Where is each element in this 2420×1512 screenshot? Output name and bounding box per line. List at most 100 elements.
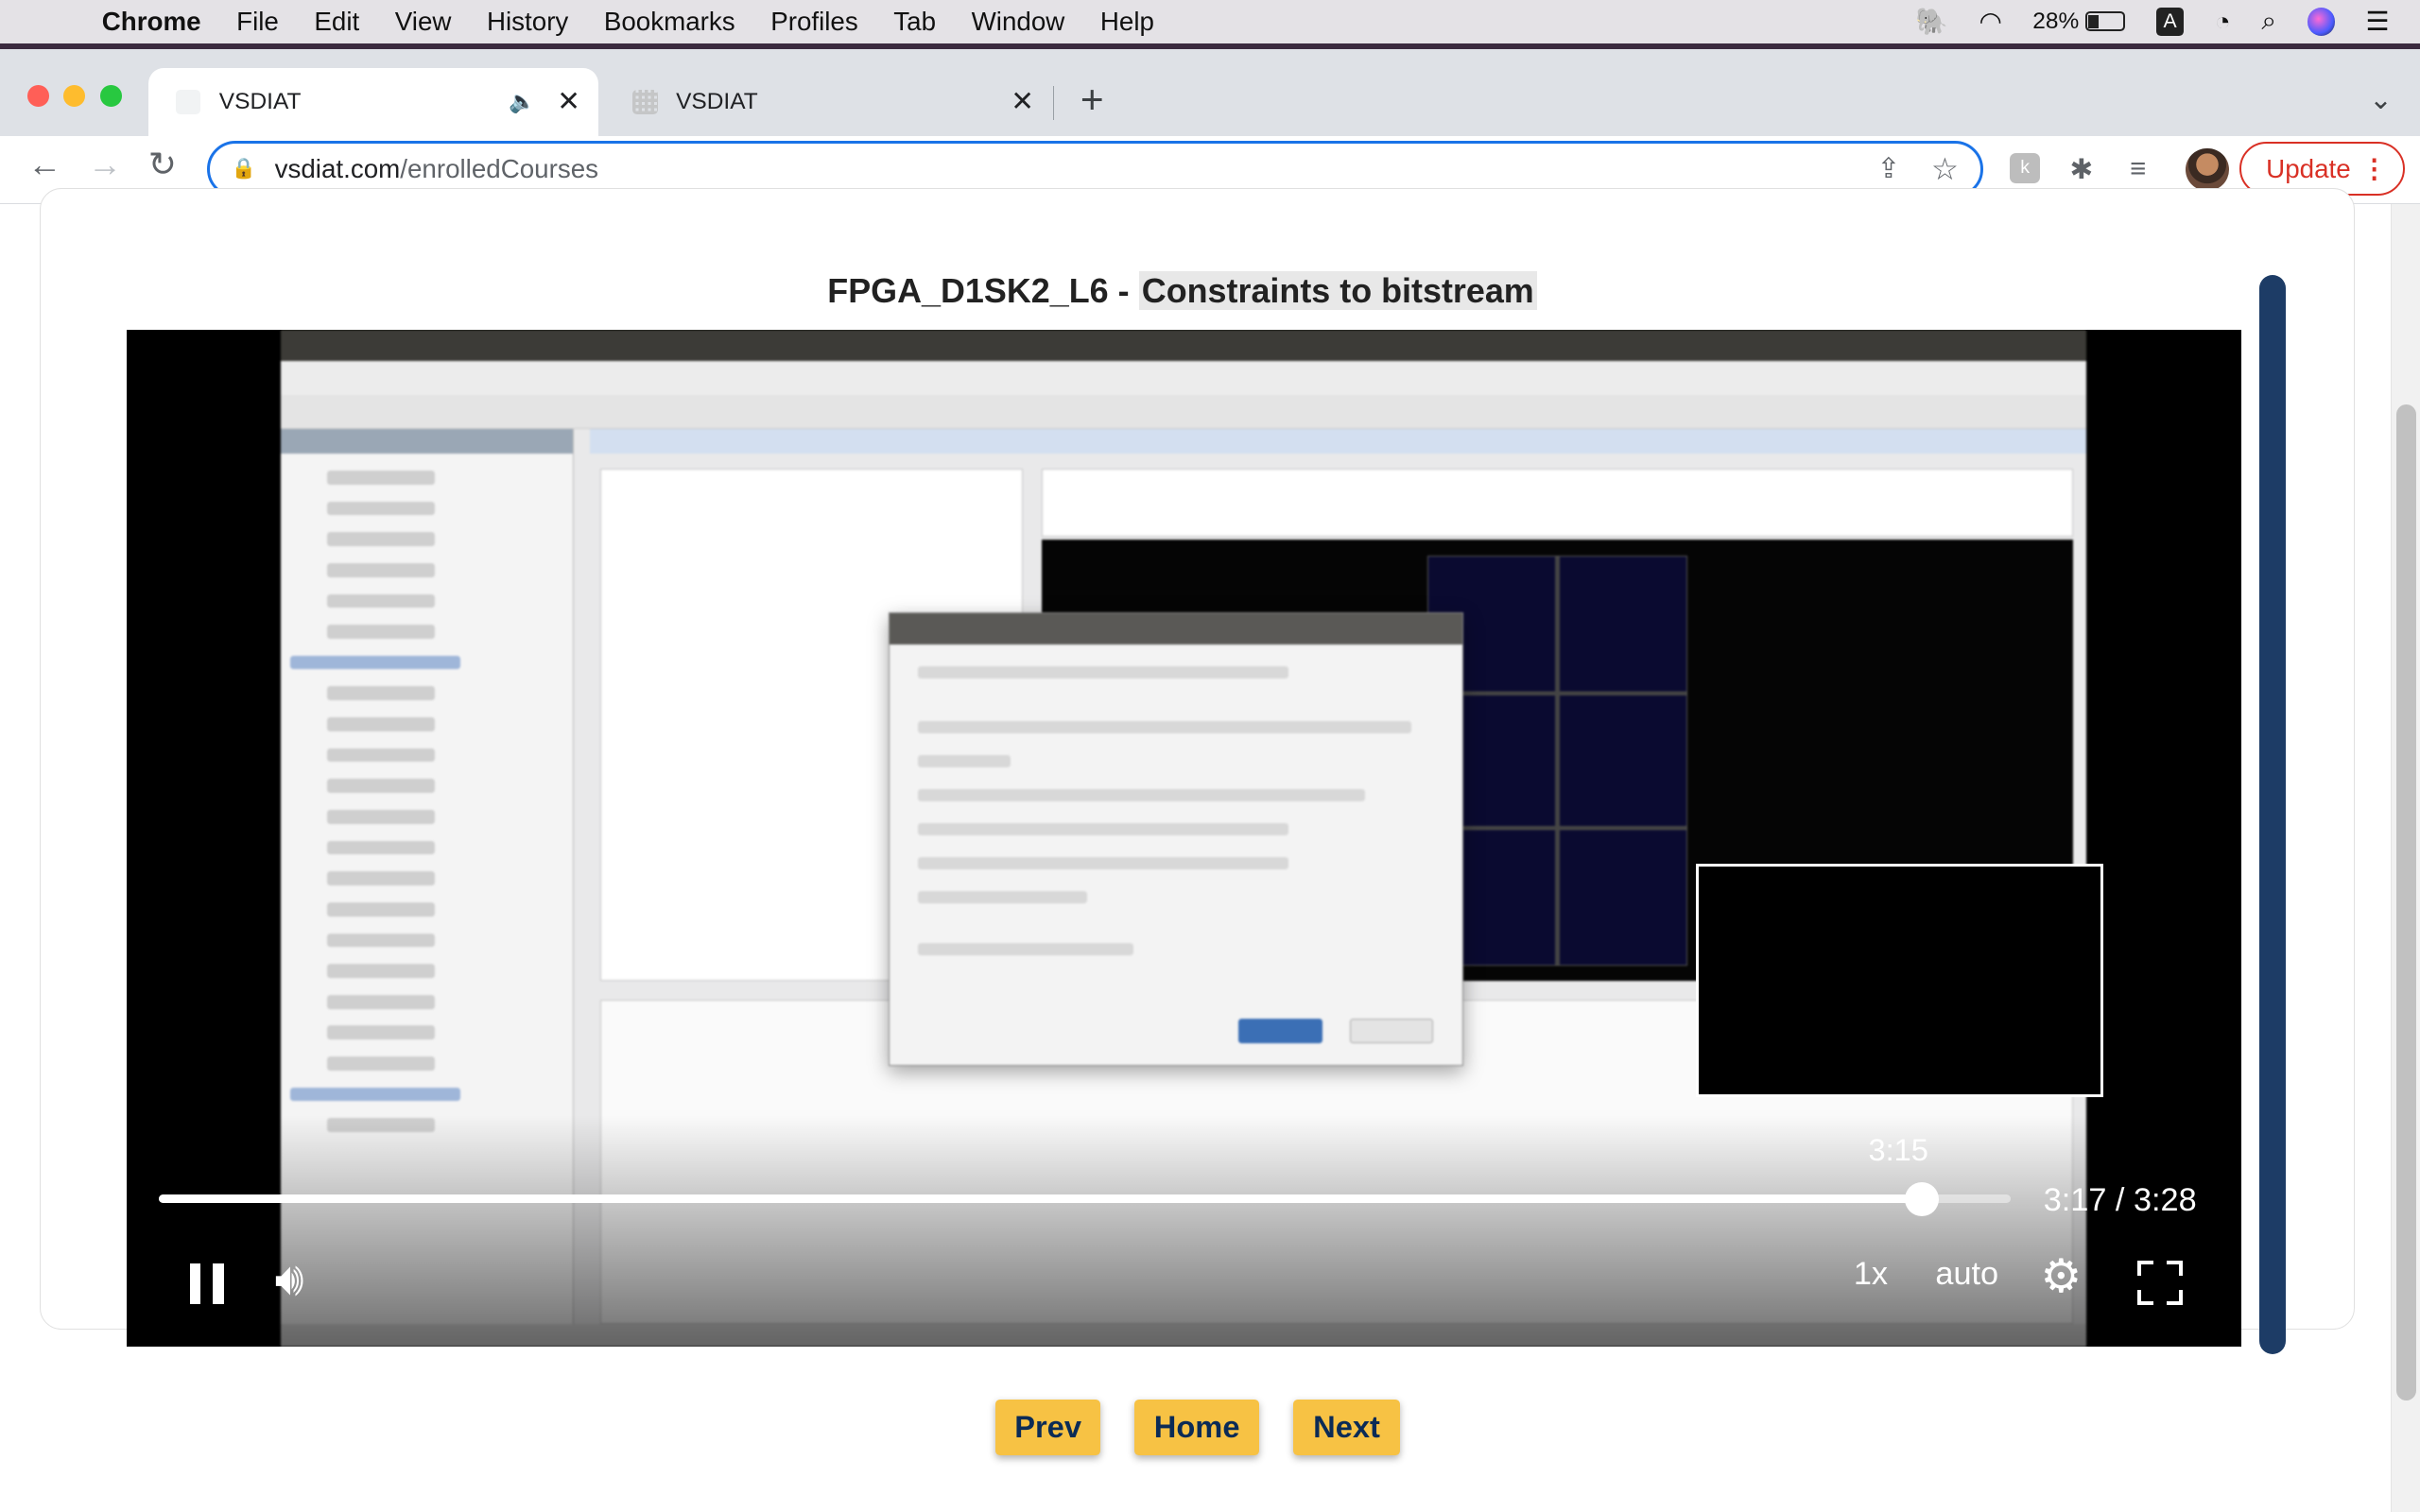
time-display: 3:17 / 3:28	[2043, 1181, 2197, 1218]
menu-tab[interactable]: Tab	[893, 7, 936, 37]
nav-line	[327, 779, 436, 794]
seek-hover-time: 3:15	[1868, 1132, 1928, 1168]
kebab-menu-icon[interactable]: ⋮	[2361, 153, 2388, 184]
fullscreen-icon[interactable]	[2137, 1260, 2183, 1306]
window-edge	[0, 43, 2420, 50]
nav-line	[327, 532, 436, 546]
menu-edit[interactable]: Edit	[314, 7, 359, 37]
dialog-line	[917, 665, 1288, 679]
lock-icon[interactable]: 🔒	[232, 157, 256, 180]
share-icon[interactable]: ⇪	[1877, 152, 1901, 185]
close-window-button[interactable]	[27, 84, 50, 107]
tab-search-chevron-icon[interactable]: ⌄	[2369, 83, 2393, 116]
grammarly-icon[interactable]: ◔	[2215, 7, 2231, 37]
menu-view[interactable]: View	[395, 7, 452, 37]
tab-title: VSDIAT	[218, 88, 302, 114]
video-player[interactable]: 3:15 3:17 / 3:28 🔊︎ 1x auto ⚙	[126, 330, 2241, 1348]
tab-title: VSDIAT	[676, 88, 758, 114]
update-label: Update	[2266, 153, 2351, 183]
fs-corner	[2137, 1289, 2153, 1306]
menu-app-name[interactable]: Chrome	[102, 7, 201, 37]
dialog-line	[917, 890, 1088, 903]
page-scrollbar[interactable]	[2391, 203, 2420, 1512]
nav-line	[327, 809, 436, 824]
tab-vsdiat-inactive[interactable]: VSDIAT ✕	[605, 68, 1052, 136]
nav-header	[281, 428, 574, 454]
nav-line	[327, 717, 436, 731]
favicon-icon	[632, 89, 658, 114]
nav-section	[289, 655, 460, 670]
nav-line	[327, 840, 436, 855]
nav-line	[327, 933, 436, 948]
evernote-icon[interactable]: 🐘	[1915, 6, 1948, 37]
picture-in-picture-overlay[interactable]	[1696, 864, 2104, 1097]
nav-section	[289, 1087, 460, 1102]
pause-icon[interactable]	[189, 1263, 224, 1304]
extensions-puzzle-icon[interactable]: ✱	[2069, 153, 2093, 186]
dialog-line	[917, 789, 1366, 802]
menu-file[interactable]: File	[236, 7, 279, 37]
menu-profiles[interactable]: Profiles	[770, 7, 858, 37]
menu-window[interactable]: Window	[972, 7, 1065, 37]
volume-icon[interactable]: 🔊︎	[275, 1253, 304, 1307]
keyboard-input-icon[interactable]: A	[2155, 8, 2185, 36]
back-arrow-icon[interactable]: ←	[27, 145, 61, 184]
lesson-title: FPGA_D1SK2_L6 - Constraints to bitstream	[0, 271, 2364, 311]
new-tab-icon[interactable]: +	[1080, 77, 1104, 123]
lesson-code: FPGA_D1SK2_L6 -	[827, 271, 1139, 311]
page-scrollbar-thumb[interactable]	[2395, 404, 2417, 1401]
nav-line	[327, 994, 436, 1009]
nav-line	[327, 470, 436, 485]
nav-line	[327, 501, 436, 516]
macos-menu-bar: Chrome File Edit View History Bookmarks …	[0, 0, 2420, 43]
lesson-name: Constraints to bitstream	[1138, 271, 1537, 311]
profile-avatar[interactable]	[2185, 147, 2229, 192]
seek-handle[interactable]	[1905, 1181, 1940, 1216]
video-window-titlebar	[281, 330, 2087, 362]
menu-help[interactable]: Help	[1100, 7, 1154, 37]
spotlight-search-icon[interactable]: ⌕	[2261, 6, 2276, 37]
tab-vsdiat-active[interactable]: VSDIAT 🔈 ✕	[147, 67, 599, 136]
dialog-line	[917, 943, 1134, 956]
menu-history[interactable]: History	[487, 7, 568, 37]
battery-icon	[2084, 11, 2126, 32]
seek-bar[interactable]	[159, 1181, 2012, 1216]
video-app-menu	[281, 361, 2087, 395]
playback-speed-button[interactable]: 1x	[1854, 1256, 1888, 1293]
quality-button[interactable]: auto	[1935, 1256, 1998, 1293]
inner-scrollbar[interactable]	[2259, 274, 2287, 1355]
fs-corner	[2137, 1260, 2153, 1277]
bookmark-star-icon[interactable]: ☆	[1931, 151, 1959, 187]
extension-icon[interactable]: k	[2009, 152, 2041, 184]
dialog-ok-shape	[1238, 1019, 1322, 1044]
reload-icon[interactable]: ↻	[148, 145, 177, 184]
favicon-icon	[176, 89, 201, 114]
prev-button[interactable]: Prev	[995, 1399, 1101, 1455]
siri-icon[interactable]	[2307, 8, 2335, 36]
nav-line	[327, 593, 436, 609]
wifi-icon[interactable]: ◠	[1979, 6, 2001, 37]
menu-bookmarks[interactable]: Bookmarks	[604, 7, 735, 37]
minimize-window-button[interactable]	[62, 84, 85, 107]
nav-line	[327, 1025, 436, 1040]
video-design-banner	[589, 428, 2087, 454]
media-queue-icon[interactable]: ≡	[2130, 153, 2146, 185]
battery-indicator[interactable]: 28%	[2032, 9, 2126, 35]
speaker-icon[interactable]: 🔈	[509, 89, 535, 114]
url-host: vsdiat.com	[274, 153, 401, 183]
forward-arrow-icon[interactable]: →	[88, 145, 122, 184]
zoom-window-button[interactable]	[100, 84, 122, 107]
nav-line	[327, 902, 436, 917]
video-device-tabs	[1042, 469, 2073, 538]
page-content: FPGA_D1SK2_L6 - Constraints to bitstream	[0, 188, 2420, 1512]
close-tab-icon[interactable]: ✕	[1011, 85, 1034, 118]
nav-line	[327, 964, 436, 978]
nav-line	[327, 686, 436, 701]
home-button[interactable]: Home	[1134, 1399, 1260, 1455]
control-center-icon[interactable]: ☰	[2366, 6, 2390, 37]
close-tab-icon[interactable]: ✕	[557, 85, 580, 118]
dialog-line	[917, 856, 1288, 870]
next-button[interactable]: Next	[1293, 1399, 1400, 1455]
dialog-line	[917, 823, 1288, 836]
settings-gear-icon[interactable]: ⚙	[2040, 1249, 2082, 1303]
